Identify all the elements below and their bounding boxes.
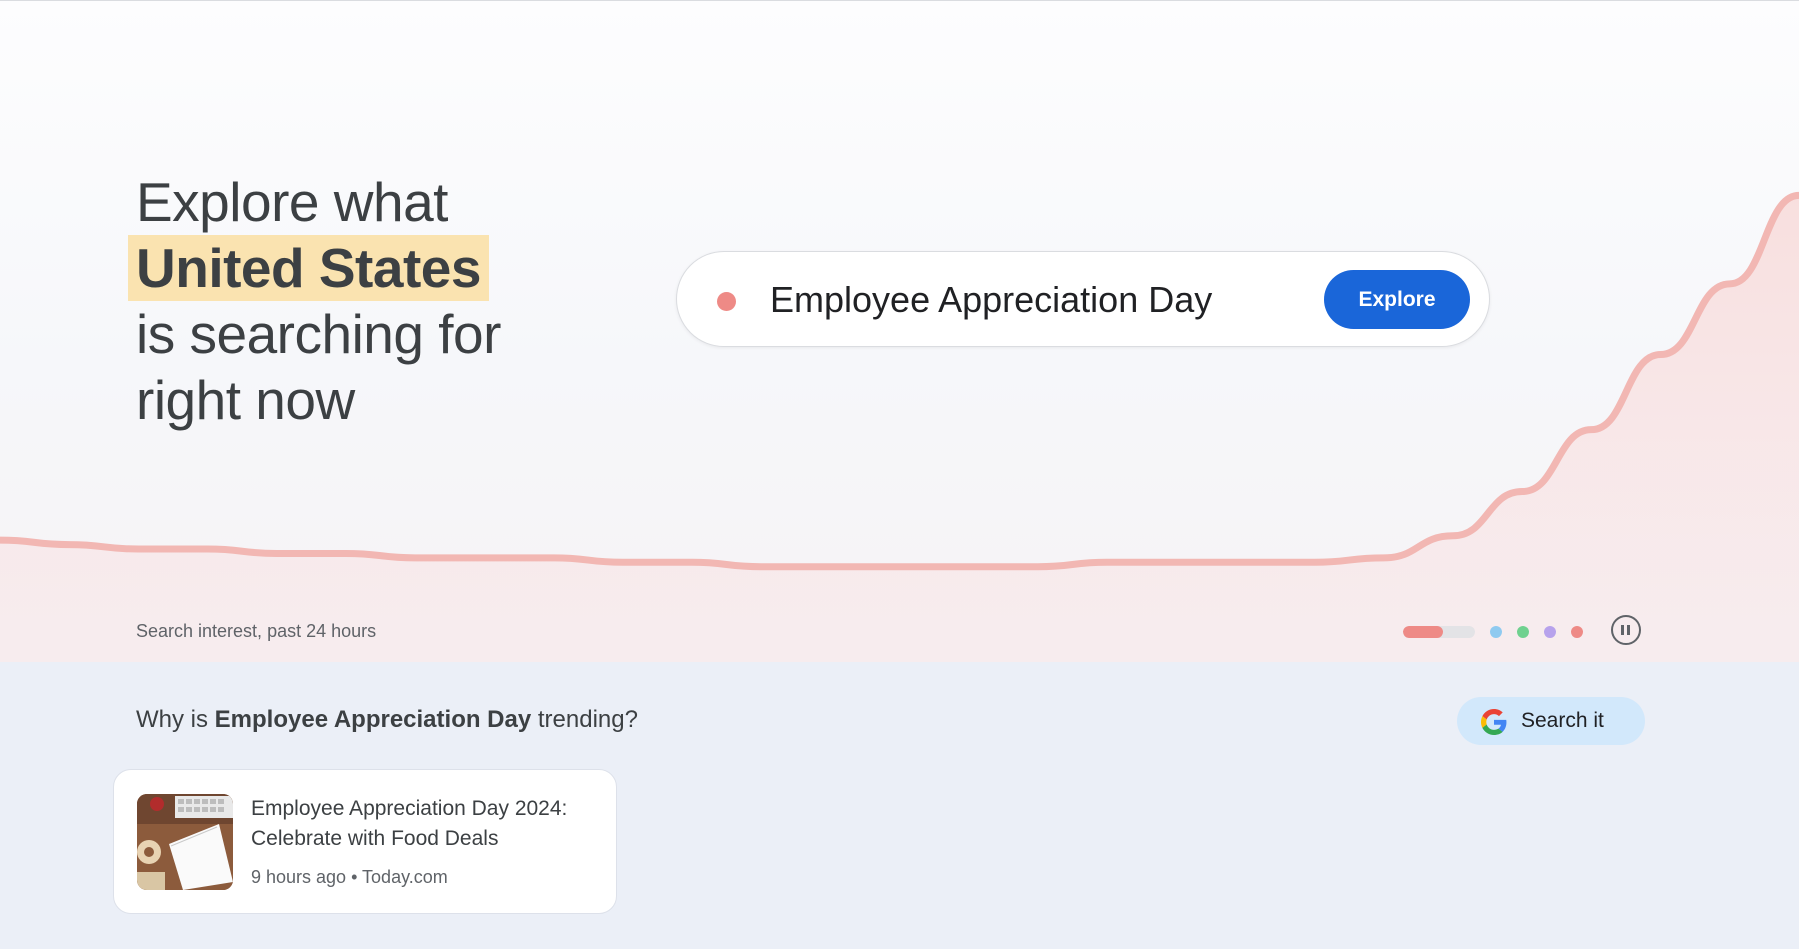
news-title[interactable]: Employee Appreciation Day 2024: Celebrat… bbox=[251, 794, 601, 854]
google-g-icon bbox=[1481, 709, 1507, 735]
carousel-progress-fill bbox=[1403, 626, 1443, 638]
trending-search-box[interactable]: Employee Appreciation Day Explore bbox=[676, 251, 1490, 347]
pause-button[interactable] bbox=[1611, 615, 1641, 645]
carousel-dot[interactable] bbox=[1517, 626, 1529, 638]
carousel-dot[interactable] bbox=[1544, 626, 1556, 638]
trending-search-term[interactable]: Employee Appreciation Day bbox=[770, 276, 1212, 324]
pause-icon-bar bbox=[1627, 625, 1630, 635]
question-suffix: trending? bbox=[537, 706, 638, 733]
location-highlight[interactable]: United States bbox=[128, 235, 489, 301]
headline-prefix: Explore what bbox=[136, 171, 448, 233]
trend-color-dot bbox=[717, 292, 736, 311]
search-it-button[interactable]: Search it bbox=[1457, 697, 1645, 745]
headline-suffix: right now bbox=[136, 369, 355, 431]
question-prefix: Why is bbox=[136, 706, 208, 733]
news-meta: 9 hours ago • Today.com bbox=[251, 867, 448, 887]
carousel-dot[interactable] bbox=[1571, 626, 1583, 638]
page-title: Explore what United States is searching … bbox=[128, 169, 501, 433]
question-term: Employee Appreciation Day bbox=[214, 706, 532, 733]
news-card[interactable]: Employee Appreciation Day 2024: Celebrat… bbox=[113, 769, 617, 914]
hero-section: Explore what United States is searching … bbox=[0, 0, 1799, 663]
news-thumbnail bbox=[137, 794, 233, 890]
chart-caption: Search interest, past 24 hours bbox=[136, 621, 377, 641]
news-thumbnail-image bbox=[137, 794, 233, 890]
carousel-dot[interactable] bbox=[1490, 626, 1502, 638]
search-it-label: Search it bbox=[1521, 709, 1604, 732]
explore-button[interactable]: Explore bbox=[1324, 270, 1470, 329]
carousel-progress[interactable] bbox=[1403, 626, 1475, 638]
headline-middle: is searching for bbox=[136, 303, 501, 365]
trending-question: Why is Employee Appreciation Day trendin… bbox=[136, 706, 638, 734]
pause-icon bbox=[1621, 625, 1624, 635]
